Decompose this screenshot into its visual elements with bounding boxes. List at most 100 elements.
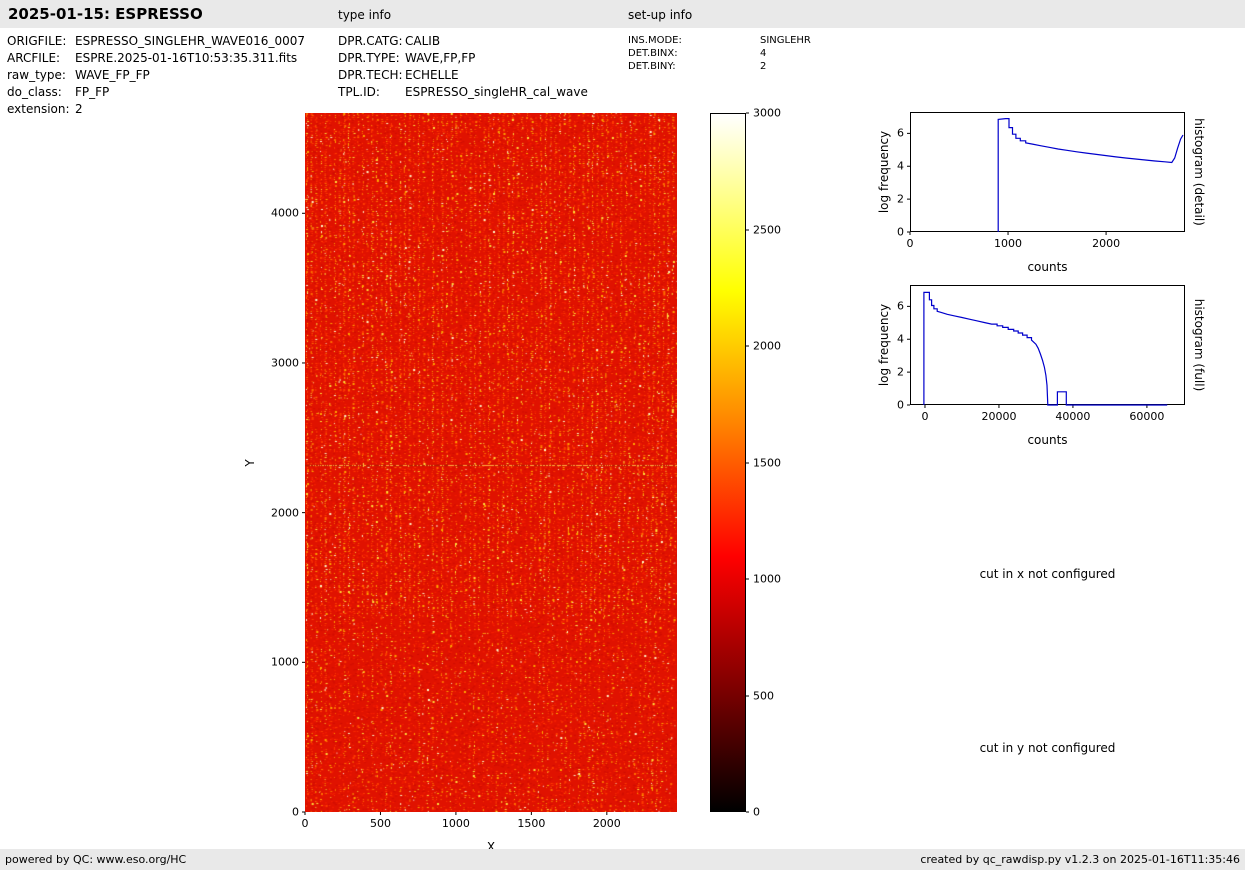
- histogram-full-plot: counts log frequency histogram (full) 02…: [910, 285, 1185, 405]
- file-info-label: ARCFILE:: [7, 50, 75, 67]
- type-info-heading: type info: [338, 8, 391, 22]
- hist-detail-title: histogram (detail): [1192, 118, 1206, 226]
- type-info-row: DPR.TECH:ECHELLE: [338, 67, 588, 84]
- setup-info-value: 4: [760, 47, 766, 60]
- y-tick-label: 3000: [271, 356, 299, 369]
- colorbar-tick-label: 2000: [753, 340, 781, 353]
- x-tick-label: 500: [370, 817, 391, 830]
- qc-report-page: 2025-01-15: ESPRESSO type info set-up in…: [0, 0, 1245, 870]
- plot-frame: [911, 113, 1185, 232]
- hist-full-ylabel: log frequency: [877, 304, 891, 386]
- hist-detail-svg: [910, 112, 1185, 232]
- type-info-label: DPR.TECH:: [338, 67, 405, 84]
- colorbar-tick-label: 1500: [753, 456, 781, 469]
- colorbar-tick-label: 500: [753, 689, 774, 702]
- setup-info-row: DET.BINX:4: [628, 47, 811, 60]
- x-tick-label: 1000: [994, 237, 1022, 250]
- y-tick-label: 4: [897, 333, 904, 346]
- hist-full-title: histogram (full): [1192, 299, 1206, 392]
- y-tick-label: 1000: [271, 656, 299, 669]
- type-info-label: DPR.CATG:: [338, 33, 405, 50]
- y-tick-label: 2000: [271, 506, 299, 519]
- hist-full-xlabel: counts: [1027, 433, 1067, 447]
- raw-image-svg: [305, 113, 677, 812]
- file-info-row: raw_type:WAVE_FP_FP: [7, 67, 305, 84]
- file-info-row: do_class:FP_FP: [7, 84, 305, 101]
- colorbar-tick-mark: [746, 345, 750, 347]
- cut-x-message: cut in x not configured: [910, 567, 1185, 581]
- type-info-label: TPL.ID:: [338, 84, 405, 101]
- colorbar: 050010001500200025003000: [710, 113, 746, 812]
- type-info-value: ECHELLE: [405, 67, 459, 84]
- file-info-row: extension:2: [7, 101, 305, 118]
- x-tick-label: 1500: [517, 817, 545, 830]
- x-tick-label: 0: [907, 237, 914, 250]
- y-tick-label: 2: [897, 193, 904, 206]
- setup-info-value: SINGLEHR: [760, 34, 811, 47]
- setup-info-label: DET.BINY:: [628, 60, 760, 73]
- file-info-value: FP_FP: [75, 84, 109, 101]
- type-info-row: DPR.CATG:CALIB: [338, 33, 588, 50]
- colorbar-tick-mark: [746, 229, 750, 231]
- y-tick-label: 6: [897, 127, 904, 140]
- hist-full-svg: [910, 285, 1185, 405]
- colorbar-tick-mark: [746, 462, 750, 464]
- footer-right-text: created by qc_rawdisp.py v1.2.3 on 2025-…: [920, 853, 1240, 866]
- x-tick-label: 0: [302, 817, 309, 830]
- header-bar: 2025-01-15: ESPRESSO type info set-up in…: [0, 0, 1245, 28]
- x-tick-label: 40000: [1055, 410, 1090, 423]
- setup-info-label: INS.MODE:: [628, 34, 760, 47]
- colorbar-tick-mark: [746, 578, 750, 580]
- x-tick-label: 2000: [1092, 237, 1120, 250]
- file-info-value: ESPRE.2025-01-16T10:53:35.311.fits: [75, 50, 297, 67]
- y-tick-label: 2: [897, 366, 904, 379]
- file-info-value: ESPRESSO_SINGLEHR_WAVE016_0007: [75, 33, 305, 50]
- hist-detail-xlabel: counts: [1027, 260, 1067, 274]
- histogram-detail-plot: counts log frequency histogram (detail) …: [910, 112, 1185, 232]
- type-info-row: TPL.ID:ESPRESSO_singleHR_cal_wave: [338, 84, 588, 101]
- type-info-value: ESPRESSO_singleHR_cal_wave: [405, 84, 588, 101]
- histogram-line: [924, 292, 1167, 405]
- x-tick-label: 2000: [593, 817, 621, 830]
- colorbar-tick-mark: [746, 112, 750, 114]
- file-info-label: do_class:: [7, 84, 75, 101]
- file-info-value: WAVE_FP_FP: [75, 67, 150, 84]
- colorbar-tick-label: 2500: [753, 223, 781, 236]
- footer-bar: powered by QC: www.eso.org/HC created by…: [0, 849, 1245, 870]
- x-tick-label: 0: [921, 410, 928, 423]
- file-info-row: ARCFILE:ESPRE.2025-01-16T10:53:35.311.fi…: [7, 50, 305, 67]
- x-tick-label: 1000: [442, 817, 470, 830]
- setup-info-block: INS.MODE:SINGLEHR DET.BINX:4 DET.BINY:2: [628, 34, 811, 73]
- file-info-value: 2: [75, 101, 83, 118]
- colorbar-tick-label: 3000: [753, 107, 781, 120]
- colorbar-tick-label: 1000: [753, 573, 781, 586]
- setup-info-row: INS.MODE:SINGLEHR: [628, 34, 811, 47]
- type-info-value: CALIB: [405, 33, 440, 50]
- hist-detail-ylabel: log frequency: [877, 131, 891, 213]
- file-info-label: extension:: [7, 101, 75, 118]
- y-tick-label: 0: [897, 226, 904, 239]
- colorbar-tick-mark: [746, 811, 750, 813]
- raw-plot-ylabel: Y: [243, 459, 257, 466]
- y-tick-label: 4: [897, 160, 904, 173]
- file-info-label: raw_type:: [7, 67, 75, 84]
- setup-info-label: DET.BINX:: [628, 47, 760, 60]
- file-info-label: ORIGFILE:: [7, 33, 75, 50]
- file-info-row: ORIGFILE:ESPRESSO_SINGLEHR_WAVE016_0007: [7, 33, 305, 50]
- x-tick-label: 20000: [981, 410, 1016, 423]
- colorbar-gradient: [710, 113, 746, 812]
- type-info-row: DPR.TYPE:WAVE,FP,FP: [338, 50, 588, 67]
- y-tick-label: 6: [897, 300, 904, 313]
- footer-left-text: powered by QC: www.eso.org/HC: [5, 853, 186, 866]
- type-info-value: WAVE,FP,FP: [405, 50, 475, 67]
- raw-image-plot: X Y 050010001500200001000200030004000: [305, 113, 677, 812]
- histogram-line: [998, 119, 1183, 232]
- y-tick-label: 0: [897, 399, 904, 412]
- file-info-block: ORIGFILE:ESPRESSO_SINGLEHR_WAVE016_0007 …: [7, 33, 305, 118]
- type-info-block: DPR.CATG:CALIB DPR.TYPE:WAVE,FP,FP DPR.T…: [338, 33, 588, 101]
- cut-y-message: cut in y not configured: [910, 741, 1185, 755]
- setup-info-value: 2: [760, 60, 766, 73]
- y-tick-label: 0: [292, 806, 299, 819]
- type-info-label: DPR.TYPE:: [338, 50, 405, 67]
- colorbar-tick-label: 0: [753, 806, 760, 819]
